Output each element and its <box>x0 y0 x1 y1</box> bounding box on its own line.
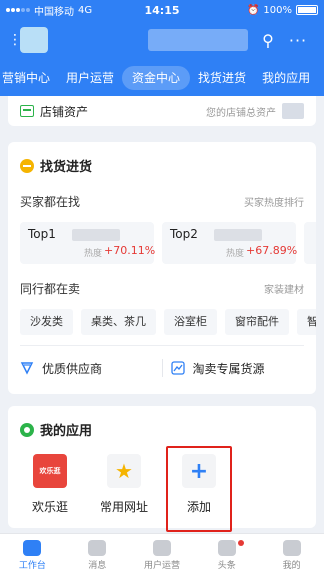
tab-marketing-center[interactable]: 营销中心 <box>0 66 58 90</box>
supply-links-row: 优质供应商 淘卖专属货源 <box>8 346 316 390</box>
signal-icon <box>6 8 30 12</box>
top-item-card[interactable]: Top1 热度 +70.11% <box>20 222 156 264</box>
quality-supplier-label: 优质供应商 <box>42 361 103 376</box>
status-right: ⏰ 100% <box>198 5 318 16</box>
status-time: 14:15 <box>144 3 180 17</box>
person-icon <box>282 540 301 556</box>
top-item-rate: +67.89% <box>246 244 298 257</box>
top-item-rate: +70.11% <box>104 244 156 257</box>
my-apps-title: 我的应用 <box>40 424 93 439</box>
peers-selling-header: 同行都在卖 家装建材 <box>8 280 316 297</box>
drag-handle-icon[interactable]: ⋮ <box>8 32 22 48</box>
sourcing-title: 找货进货 <box>40 160 93 175</box>
workbench-icon <box>23 540 42 556</box>
tab-fund-center[interactable]: 资金中心 <box>122 66 191 90</box>
store-assets-label: 店铺资产 <box>40 104 89 119</box>
status-left: 中国移动 4G <box>6 3 126 18</box>
tab-user-ops[interactable]: 用户运营 <box>130 534 195 577</box>
chart-icon <box>170 361 185 375</box>
shield-icon <box>20 362 34 375</box>
nav-tabs: 营销中心 用户运营 资金中心 找货进货 我的应用 <box>0 60 324 96</box>
quality-supplier-link[interactable]: 优质供应商 <box>20 360 154 377</box>
sourcing-card: 找货进货 买家都在找 买家热度排行 Top1 热度 +70.11% Top2 热… <box>8 142 316 394</box>
carrier-name: 中国移动 <box>34 6 74 18</box>
category-chips: 沙发类 桌类、茶几 浴室柜 窗帘配件 智 <box>8 309 316 335</box>
peers-category-link[interactable]: 家装建材 <box>264 281 304 296</box>
category-chip[interactable]: 窗帘配件 <box>225 309 289 335</box>
top-items-list: Top1 热度 +70.11% Top2 热度 +67.89% <box>8 222 316 264</box>
sourcing-icon <box>20 158 34 173</box>
tab-label: 我的 <box>282 561 301 571</box>
top-item-card[interactable]: Top2 热度 +67.89% <box>162 222 298 264</box>
tab-label: 用户运营 <box>143 561 180 571</box>
tab-messages[interactable]: 消息 <box>65 534 130 577</box>
category-chip[interactable]: 沙发类 <box>20 309 73 335</box>
tab-headlines[interactable]: 头条 <box>194 534 259 577</box>
category-chip[interactable]: 桌类、茶几 <box>81 309 156 335</box>
network-type: 4G <box>78 4 93 16</box>
battery-percent: 100% <box>263 4 292 16</box>
my-apps-header: 我的应用 <box>8 406 316 439</box>
app-favorite-sites[interactable]: ★ 常用网址 <box>94 454 154 515</box>
tab-label: 头条 <box>217 561 236 571</box>
wallet-icon <box>20 105 34 117</box>
store-avatar[interactable] <box>20 27 48 53</box>
alarm-icon: ⏰ <box>246 4 260 16</box>
more-icon[interactable]: ··· <box>280 31 316 50</box>
app-label: 常用网址 <box>99 500 148 514</box>
top-item-heat-label: 热度 <box>226 249 245 259</box>
notification-dot <box>238 540 245 546</box>
store-assets-row[interactable]: 店铺资产 您的店铺总资产 <box>8 96 316 126</box>
app-happy-shopping[interactable]: 欢乐逛 欢乐逛 <box>20 454 80 515</box>
top-item-heat-label: 热度 <box>84 249 103 259</box>
store-assets-value-blurred <box>282 103 304 119</box>
buyers-search-title: 买家都在找 <box>20 195 81 209</box>
tab-sourcing[interactable]: 找货进货 <box>190 66 254 90</box>
exclusive-source-label: 淘卖专属货源 <box>192 361 265 376</box>
apps-icon <box>20 422 34 437</box>
app-header: ⋮ ⚲ ··· <box>0 20 324 60</box>
search-icon[interactable]: ⚲ <box>256 31 280 50</box>
plus-icon: + <box>182 454 216 488</box>
app-label: 添加 <box>186 500 211 514</box>
buyers-ranking-link[interactable]: 买家热度排行 <box>244 194 304 209</box>
happy-shopping-icon: 欢乐逛 <box>33 454 67 488</box>
user-ops-icon <box>152 540 171 556</box>
top-item-name-blurred <box>72 229 120 241</box>
peers-selling-title: 同行都在卖 <box>20 282 81 296</box>
top-item-rank: Top1 <box>28 227 56 241</box>
headlines-icon <box>217 540 236 556</box>
buyers-search-header: 买家都在找 买家热度排行 <box>8 193 316 210</box>
bottom-tab-bar: 工作台 消息 用户运营 头条 我的 <box>0 533 324 577</box>
top-item-name-blurred <box>214 229 262 241</box>
app-label: 欢乐逛 <box>31 500 68 514</box>
top-item-rank: Top2 <box>170 227 198 241</box>
tab-label: 工作台 <box>18 561 46 571</box>
tab-user-operations[interactable]: 用户运营 <box>58 66 122 90</box>
tab-my-apps[interactable]: 我的应用 <box>254 66 318 90</box>
category-chip[interactable]: 智 <box>297 309 316 335</box>
my-apps-card: 我的应用 欢乐逛 欢乐逛 ★ 常用网址 + 添加 <box>8 406 316 532</box>
battery-icon <box>296 5 318 15</box>
tab-workbench[interactable]: 工作台 <box>0 534 65 577</box>
sourcing-header: 找货进货 <box>8 142 316 175</box>
apps-row: 欢乐逛 欢乐逛 ★ 常用网址 + 添加 <box>8 446 316 532</box>
top-item-card-peek[interactable] <box>304 222 316 264</box>
tab-mine[interactable]: 我的 <box>259 534 324 577</box>
tab-label: 消息 <box>88 561 107 571</box>
supply-divider <box>161 359 163 377</box>
store-assets-hint: 您的店铺总资产 <box>206 107 276 119</box>
message-icon <box>88 540 107 556</box>
star-icon: ★ <box>107 454 141 488</box>
app-add[interactable]: + 添加 <box>169 454 229 515</box>
exclusive-source-link[interactable]: 淘卖专属货源 <box>170 360 305 377</box>
status-bar: 中国移动 4G 14:15 ⏰ 100% <box>0 0 324 20</box>
store-name-blurred <box>148 29 248 51</box>
category-chip[interactable]: 浴室柜 <box>164 309 217 335</box>
